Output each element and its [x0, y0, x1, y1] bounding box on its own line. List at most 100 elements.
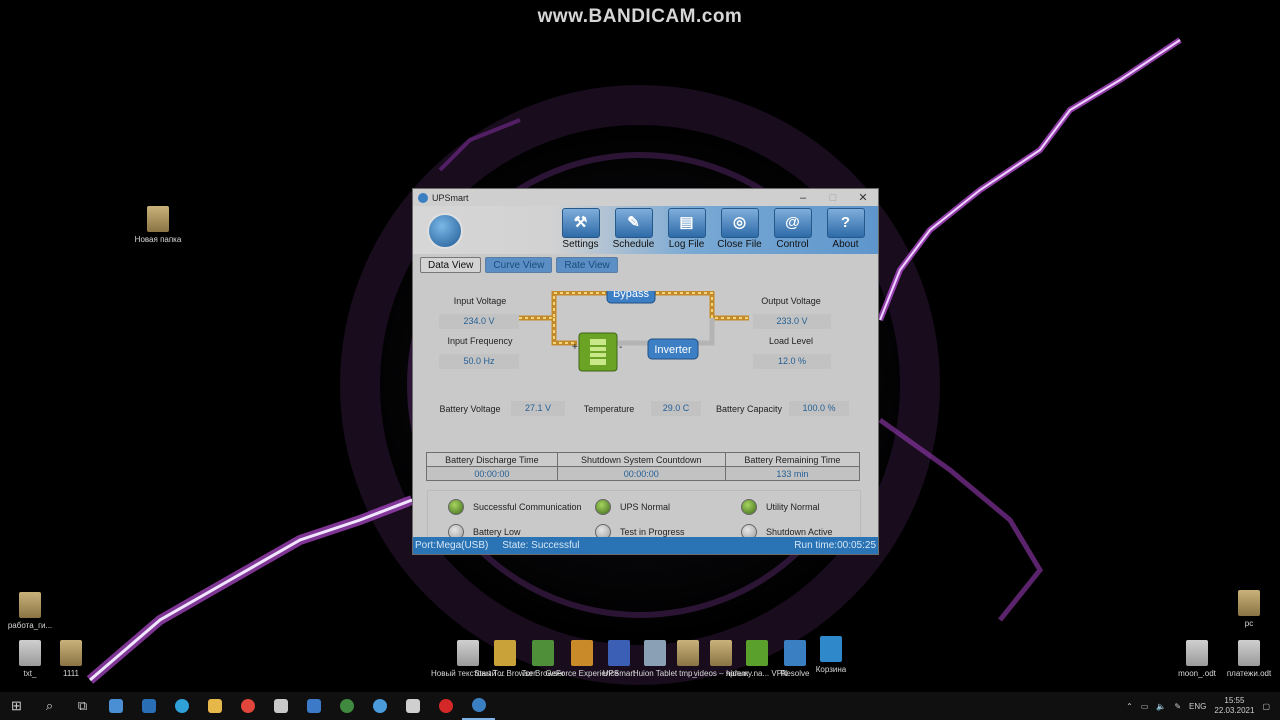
toolbar-label: Control [776, 239, 809, 250]
video-app-icon[interactable] [297, 692, 330, 720]
store-icon[interactable] [132, 692, 165, 720]
start-button[interactable]: ⊞ [0, 692, 33, 720]
folder-icon [19, 592, 41, 618]
toolbar-control-button[interactable]: @ Control [766, 208, 819, 250]
pen-icon[interactable]: ✎ [1174, 702, 1181, 711]
desktop-icon-label: Новая папка [134, 235, 182, 244]
toolbar-label: Settings [562, 239, 599, 250]
volume-icon[interactable]: 🔈 [1156, 702, 1166, 711]
data-view-panel: Input Voltage 234.0 V Input Frequency 50… [413, 276, 878, 546]
battery-remaining-time-header: Battery Remaining Time [724, 452, 861, 467]
input-voltage-value: 234.0 V [439, 314, 519, 329]
output-voltage-label: Output Voltage [761, 296, 821, 306]
upsmart-app-icon [418, 192, 428, 203]
temperature-label: Temperature [583, 404, 635, 414]
edge-icon[interactable] [165, 692, 198, 720]
runtime-status: Run time:00:05:25 [794, 540, 876, 551]
xbox-icon[interactable] [330, 692, 363, 720]
toolbar-label: About [832, 239, 859, 250]
clock-date: 22.03.2021 [1214, 706, 1255, 715]
window-title: UPSmart [432, 192, 469, 203]
task-view-icon[interactable]: ⧉ [66, 692, 99, 720]
toolbar-about-button[interactable]: ? About [819, 208, 872, 250]
taskbar: ⊞ ⌕ ⧉ ⌃ ▭ 🔈 ✎ ENG 15:55 22.03.2021 ▢ [0, 692, 1280, 720]
minimize-button[interactable]: – [788, 192, 818, 204]
clock-time: 15:55 [1224, 696, 1245, 705]
tab-curve-view[interactable]: Curve View [485, 257, 553, 273]
tab-rate-view[interactable]: Rate View [556, 257, 618, 273]
tab-data-view[interactable]: Data View [420, 257, 482, 273]
battery-icon: + - [572, 332, 622, 372]
upsmart-logo [427, 213, 463, 249]
network-icon[interactable]: ▭ [1141, 702, 1149, 711]
system-tray: ⌃ ▭ 🔈 ✎ ENG 15:55 22.03.2021 ▢ [1126, 692, 1270, 720]
battery-voltage-label: Battery Voltage [439, 404, 501, 414]
battery-capacity-value: 100.0 % [789, 401, 849, 416]
desktop-icon[interactable]: платежи.odt [1212, 640, 1280, 679]
input-frequency-label: Input Frequency [447, 336, 513, 346]
close-button[interactable]: ✕ [848, 191, 878, 204]
tray-chevron-icon[interactable]: ⌃ [1126, 702, 1133, 711]
document-app-icon[interactable] [396, 692, 429, 720]
status-led-icon [741, 499, 757, 515]
notifications-icon[interactable]: ▢ [1262, 702, 1270, 711]
desktop-icon[interactable]: Новая папка [121, 206, 195, 245]
battery-discharge-time-value: 00:00:00 [426, 466, 558, 481]
load-level-value: 12.0 % [753, 354, 831, 369]
desktop-icon[interactable]: Корзина [794, 636, 868, 675]
battery-minus: - [619, 342, 622, 353]
temperature-value: 29.0 C [651, 401, 701, 416]
status-label: Battery Low [473, 527, 521, 537]
globe-app-icon[interactable] [363, 692, 396, 720]
file-explorer-icon[interactable] [198, 692, 231, 720]
status-led-icon [595, 499, 611, 515]
input-voltage-label: Input Voltage [453, 296, 507, 306]
clock[interactable]: 15:55 22.03.2021 [1214, 696, 1254, 716]
status-bar: Port:Mega(USB) State: Successful Run tim… [413, 537, 878, 554]
battery-voltage-value: 27.1 V [511, 401, 565, 416]
toolbar-log-file-button[interactable]: ▤ Log File [660, 208, 713, 250]
folder-icon [1238, 590, 1260, 616]
battery-capacity-label: Battery Capacity [715, 404, 783, 414]
toolbar-settings-button[interactable]: ⚒ Settings [554, 208, 607, 250]
about-icon: ? [826, 208, 865, 238]
folder-icon [147, 206, 169, 232]
status-label: Test in Progress [620, 527, 685, 537]
toolbar-label: Schedule [612, 239, 655, 250]
log-file-icon: ▤ [667, 208, 706, 238]
settings-icon: ⚒ [561, 208, 600, 238]
shutdown-countdown-header: Shutdown System Countdown [556, 452, 726, 467]
maximize-button[interactable]: □ [818, 192, 848, 204]
upsmart-window: UPSmart – □ ✕ ⚒ Settings ✎ Schedule ▤ Log Fil… [412, 188, 879, 555]
paint-icon[interactable] [264, 692, 297, 720]
app-header: ⚒ Settings ✎ Schedule ▤ Log File ◎ Close File @ C… [413, 206, 878, 254]
title-bar[interactable]: UPSmart – □ ✕ [413, 189, 878, 206]
bandicam-watermark: www.BANDICAM.com [537, 6, 743, 27]
bypass-label: Bypass [613, 291, 650, 300]
state-status: State: Successful [502, 540, 580, 551]
search-icon[interactable]: ⌕ [33, 692, 66, 720]
battery-plus: + [572, 342, 578, 353]
view-tabs: Data View Curve View Rate View [413, 254, 878, 276]
battery-discharge-time-header: Battery Discharge Time [426, 452, 558, 467]
bypass-node: Bypass [606, 291, 656, 304]
battery-remaining-time-value: 133 min [724, 466, 861, 481]
upsmart-taskbar-icon[interactable] [462, 692, 495, 720]
desktop-icon[interactable]: рс [1212, 590, 1280, 629]
language-indicator[interactable]: ENG [1189, 702, 1206, 711]
chrome-icon[interactable] [231, 692, 264, 720]
toolbar-schedule-button[interactable]: ✎ Schedule [607, 208, 660, 250]
folder-icon [60, 640, 82, 666]
toolbar-close-file-button[interactable]: ◎ Close File [713, 208, 766, 250]
doc-icon [1186, 640, 1208, 666]
desktop-icon-label: платежи.odt [1226, 669, 1272, 678]
status-label: Successful Communication [473, 502, 582, 512]
status-label: Utility Normal [766, 502, 820, 512]
record-icon[interactable] [429, 692, 462, 720]
control-icon: @ [773, 208, 812, 238]
doc-icon [1238, 640, 1260, 666]
desktop-icon[interactable]: 1111 [34, 640, 108, 679]
desktop-icon[interactable]: работа_ги... [0, 592, 67, 631]
calculator-icon[interactable] [99, 692, 132, 720]
inverter-node: Inverter [647, 338, 699, 360]
